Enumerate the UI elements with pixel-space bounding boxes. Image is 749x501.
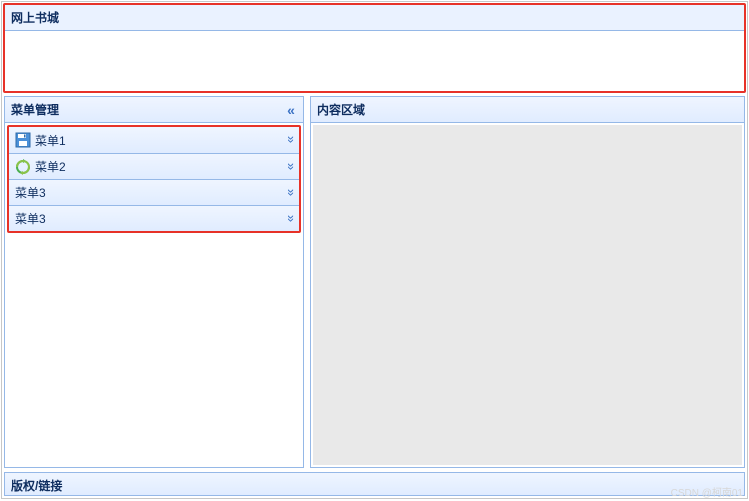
sidebar-panel: 菜单管理 菜单1 菜单2 (4, 96, 304, 468)
content-body (313, 125, 742, 465)
accordion-item-3[interactable]: 菜单3 (9, 179, 299, 205)
accordion-label: 菜单3 (15, 184, 46, 201)
content-title: 内容区域 (317, 103, 365, 117)
save-icon (15, 132, 31, 148)
chevron-down-icon[interactable] (288, 159, 295, 174)
sidebar-header: 菜单管理 (5, 97, 303, 123)
header-panel: 网上书城 (3, 3, 746, 93)
accordion-item-2[interactable]: 菜单2 (9, 153, 299, 179)
accordion: 菜单1 菜单2 菜单3 菜单3 (7, 125, 301, 233)
chevron-down-icon[interactable] (288, 185, 295, 200)
accordion-item-1[interactable]: 菜单1 (9, 127, 299, 153)
content-panel: 内容区域 (310, 96, 745, 468)
accordion-item-4[interactable]: 菜单3 (9, 205, 299, 231)
header-title: 网上书城 (5, 5, 744, 31)
content-header: 内容区域 (311, 97, 744, 123)
chevron-down-icon[interactable] (288, 132, 295, 147)
sidebar-title: 菜单管理 (11, 103, 59, 117)
app-window: 网上书城 菜单管理 菜单1 (1, 1, 748, 499)
footer-panel: 版权/链接 (4, 472, 745, 496)
main-row: 菜单管理 菜单1 菜单2 (4, 96, 745, 468)
chevron-down-icon[interactable] (288, 211, 295, 226)
watermark: CSDN @柯南01 (671, 484, 743, 499)
footer-title: 版权/链接 (11, 479, 62, 493)
accordion-label: 菜单2 (35, 158, 66, 175)
refresh-icon (15, 159, 31, 175)
collapse-left-icon[interactable] (283, 102, 299, 118)
footer-header: 版权/链接 (5, 473, 744, 495)
accordion-label: 菜单3 (15, 210, 46, 227)
accordion-label: 菜单1 (35, 132, 66, 149)
sidebar-body (5, 235, 303, 467)
